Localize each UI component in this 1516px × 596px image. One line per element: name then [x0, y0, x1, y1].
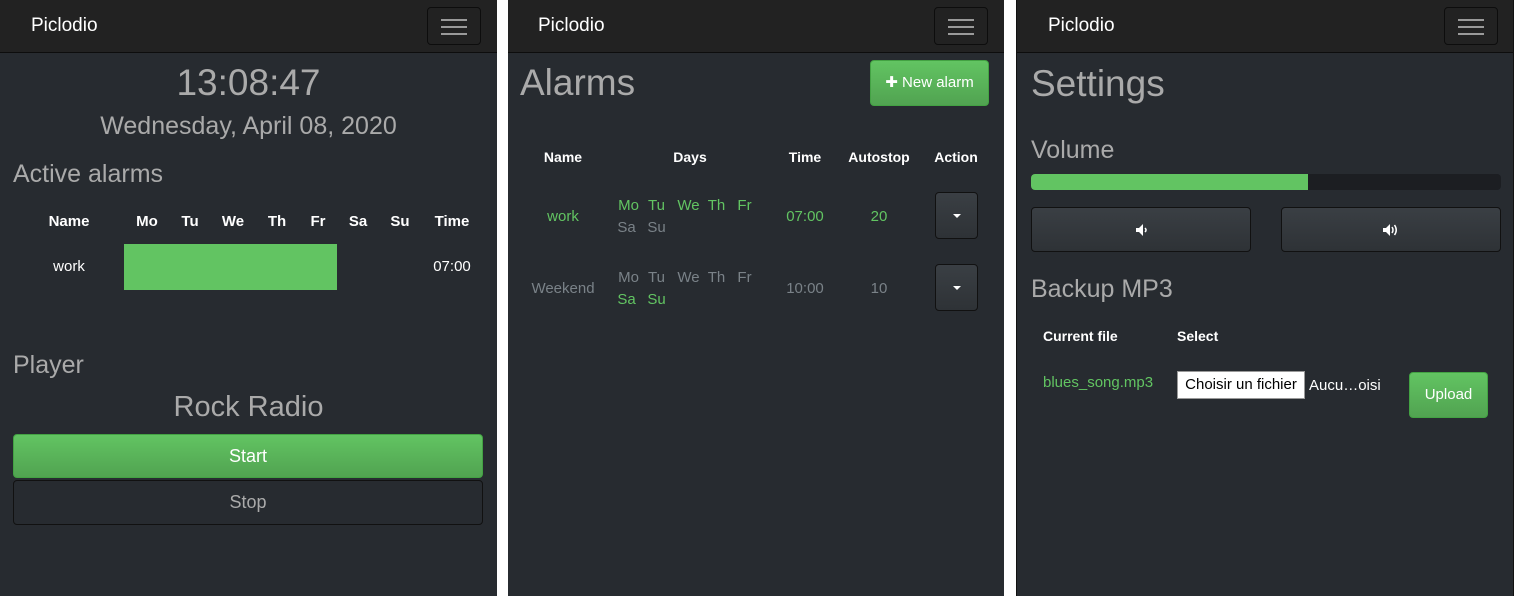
- alarm-time: 07:00: [433, 258, 471, 275]
- col-autostop-header: Autostop: [848, 149, 910, 165]
- alarm-time: 10:00: [786, 280, 824, 297]
- upload-button[interactable]: Upload: [1409, 372, 1488, 418]
- navbar: Piclodio: [508, 0, 1004, 53]
- menu-icon-bar: [1458, 26, 1484, 28]
- menu-icon-bar: [948, 33, 974, 35]
- alarm-autostop: 10: [870, 280, 888, 297]
- day-th: Th: [707, 269, 726, 286]
- current-file-header: Current file: [1043, 328, 1118, 344]
- settings-panel: Piclodio Settings Volume Backup MP3 Curr…: [1016, 0, 1514, 596]
- navbar: Piclodio: [1017, 0, 1513, 53]
- volume-title: Volume: [1031, 136, 1115, 164]
- page-title: Settings: [1031, 63, 1165, 104]
- day-su: Su: [647, 219, 666, 236]
- volume-down-icon: [1136, 224, 1147, 236]
- alarm-time: 07:00: [786, 208, 824, 225]
- caret-down-icon: [952, 285, 961, 290]
- volume-progress-fill: [1031, 174, 1309, 190]
- day-sa: Sa: [617, 219, 636, 236]
- menu-icon-bar: [948, 19, 974, 21]
- active-days-bar: [124, 244, 337, 290]
- day-tu: Tu: [648, 197, 665, 214]
- menu-icon-bar: [948, 26, 974, 28]
- day-fr: Fr: [737, 197, 752, 214]
- caret-down-icon: [952, 213, 961, 218]
- stop-button[interactable]: Stop: [13, 480, 483, 525]
- day-mo: Mo: [618, 197, 639, 214]
- volume-up-button[interactable]: [1281, 207, 1501, 252]
- col-name-header: Name: [48, 213, 90, 230]
- navbar: Piclodio: [0, 0, 497, 53]
- alarm-name: Weekend: [531, 280, 595, 297]
- navbar-toggler[interactable]: [934, 7, 988, 45]
- day-we: We: [677, 269, 700, 286]
- col-we-header: We: [221, 213, 245, 230]
- volume-down-button[interactable]: [1031, 207, 1251, 252]
- col-time-header: Time: [434, 213, 470, 230]
- brand-link[interactable]: Piclodio: [538, 15, 605, 37]
- day-su: Su: [647, 291, 666, 308]
- menu-icon-bar: [441, 26, 467, 28]
- volume-progress: [1031, 174, 1501, 190]
- new-alarm-button[interactable]: ✚ New alarm: [870, 60, 989, 106]
- plus-icon: ✚: [885, 74, 898, 91]
- alarms-panel: Piclodio Alarms ✚ New alarm Name Days Ti…: [508, 0, 1004, 596]
- menu-icon-bar: [1458, 33, 1484, 35]
- alarm-autostop: 20: [870, 208, 888, 225]
- action-dropdown-button[interactable]: [935, 192, 978, 239]
- brand-link[interactable]: Piclodio: [31, 15, 98, 37]
- col-fr-header: Fr: [310, 213, 326, 230]
- no-file-chosen-label: Aucu…oisi: [1309, 377, 1381, 394]
- col-th-header: Th: [267, 213, 287, 230]
- current-file-name: blues_song.mp3: [1043, 374, 1154, 391]
- day-we: We: [677, 197, 700, 214]
- alarm-name: work: [547, 208, 579, 225]
- navbar-toggler[interactable]: [427, 7, 481, 45]
- player-title: Player: [13, 351, 84, 379]
- day-sa: Sa: [617, 291, 636, 308]
- clock-time: 13:08:47: [176, 62, 321, 103]
- volume-up-icon: [1383, 224, 1397, 236]
- menu-icon-bar: [1458, 19, 1484, 21]
- col-action-header: Action: [934, 149, 978, 165]
- choose-file-button[interactable]: Choisir un fichier: [1177, 371, 1305, 399]
- start-button[interactable]: Start: [13, 434, 483, 478]
- col-name-header: Name: [543, 149, 583, 165]
- day-tu: Tu: [648, 269, 665, 286]
- col-days-header: Days: [673, 149, 707, 165]
- day-mo: Mo: [618, 269, 639, 286]
- col-sa-header: Sa: [348, 213, 368, 230]
- backup-title: Backup MP3: [1031, 275, 1173, 303]
- navbar-toggler[interactable]: [1444, 7, 1498, 45]
- day-th: Th: [707, 197, 726, 214]
- brand-link[interactable]: Piclodio: [1048, 15, 1115, 37]
- select-header: Select: [1177, 328, 1219, 344]
- alarm-name: work: [53, 258, 85, 275]
- menu-icon-bar: [441, 33, 467, 35]
- active-alarms-title: Active alarms: [13, 160, 164, 188]
- home-panel: Piclodio 13:08:47 Wednesday, April 08, 2…: [0, 0, 497, 596]
- action-dropdown-button[interactable]: [935, 264, 978, 311]
- col-tu-header: Tu: [181, 213, 199, 230]
- station-name: Rock Radio: [173, 391, 324, 423]
- col-su-header: Su: [390, 213, 410, 230]
- col-mo-header: Mo: [136, 213, 158, 230]
- day-fr: Fr: [737, 269, 752, 286]
- clock-date: Wednesday, April 08, 2020: [100, 112, 397, 140]
- page-title: Alarms: [520, 62, 636, 103]
- new-alarm-label: New alarm: [902, 74, 974, 91]
- menu-icon-bar: [441, 19, 467, 21]
- col-time-header: Time: [788, 149, 822, 165]
